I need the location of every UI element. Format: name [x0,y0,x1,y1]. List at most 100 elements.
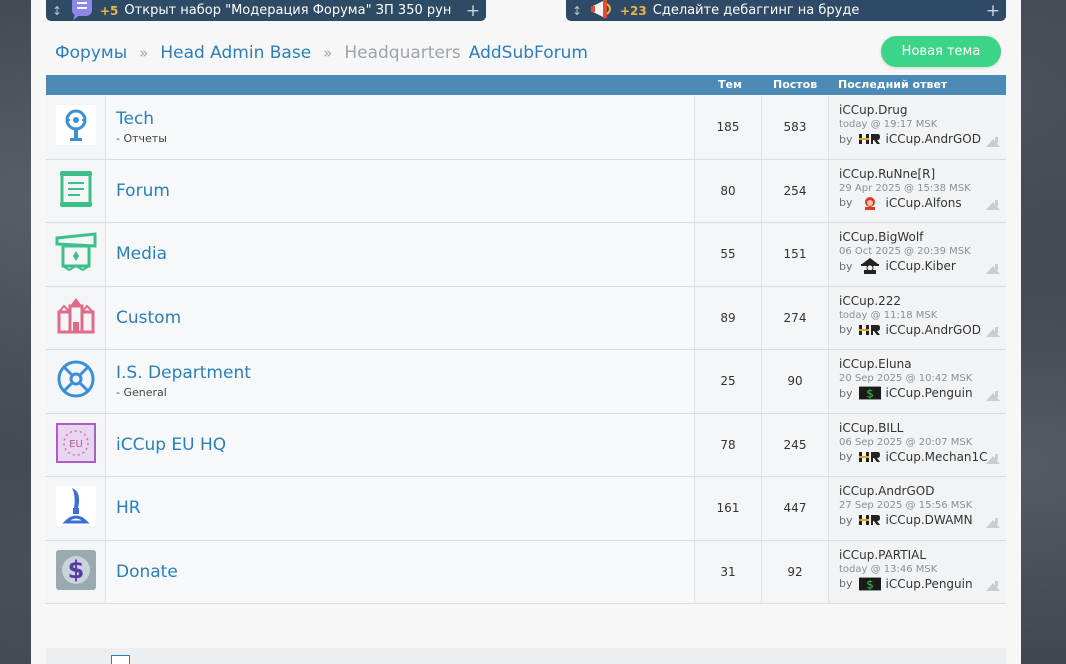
last-post-user[interactable]: iCCup.Mechan1C [886,450,988,464]
go-to-last-post-icon[interactable] [986,200,1000,210]
last-post: iCCup.Drug today @ 19:17 MSK by iCCup.An… [829,96,1006,159]
last-post-date: today @ 13:46 MSK [839,563,938,575]
svg-text:$: $ [67,556,84,584]
by-label: by [839,513,853,527]
svg-text:EU: EU [69,439,83,450]
last-post-user[interactable]: iCCup.Penguin [886,386,973,400]
banner-text[interactable]: Открыт набор "Модерация Форума" ЗП 350 р… [124,3,460,18]
last-post-date: 27 Sep 2025 @ 15:56 MSK [839,500,973,511]
topics-count: 185 [695,96,762,159]
go-to-last-post-icon[interactable] [986,454,1000,464]
breadcrumb-head-admin-base[interactable]: Head Admin Base [160,43,311,63]
expand-plus-icon[interactable]: + [980,1,1006,21]
hr-logo-icon [858,513,881,527]
subforum-link[interactable]: - Отчеты [116,132,694,145]
pagination-bar [46,648,1006,664]
last-post-title[interactable]: iCCup.PARTIAL [839,548,1006,562]
go-to-last-post-icon[interactable] [986,136,1000,147]
svg-text:$: $ [866,577,874,590]
forum-row: $ Donate 31 92 iCCup.PARTIAL today @ 13:… [46,540,1006,604]
media-banner-icon[interactable] [55,232,97,276]
posts-count: 92 [762,540,829,603]
last-post-title[interactable]: iCCup.Drug [839,103,1006,117]
by-label: by [839,450,853,463]
expand-plus-icon[interactable]: + [460,1,486,21]
by-label: by [839,196,853,209]
is-department-shield-icon[interactable] [56,359,96,403]
hr-logo-icon [858,323,881,337]
last-post-user[interactable]: iCCup.Alfons [886,196,962,210]
go-to-last-post-icon[interactable] [986,517,1000,528]
forum-row: Media 55 151 iCCup.BigWolf 06 Oct 2025 @… [46,223,1006,287]
posts-count: 274 [762,286,829,349]
forum-title[interactable]: Forum [116,181,694,201]
last-post-user[interactable]: iCCup.Kiber [886,259,956,273]
hr-logo-icon [858,132,881,146]
new-topic-button[interactable]: Новая тема [881,36,1001,67]
breadcrumb-headquarters[interactable]: Headquarters [344,43,460,63]
last-post: iCCup.Eluna 20 Sep 2025 @ 10:42 MSK by $… [829,350,1006,413]
custom-castle-icon[interactable] [56,296,96,340]
last-post-user[interactable]: iCCup.AndrGOD [886,323,981,337]
forum-title[interactable]: Tech [116,109,694,129]
tech-icon[interactable] [55,105,96,149]
last-post-date: today @ 11:18 MSK [839,309,938,321]
posts-count: 254 [762,159,829,222]
red-mascot-icon [859,196,881,210]
announcement-banner-1[interactable]: ↕ +5 Открыт набор "Модерация Форума" ЗП … [46,0,486,21]
forum-title[interactable]: Donate [116,562,694,582]
banner-vote-count: +23 [620,3,647,18]
last-post: iCCup.BILL 06 Sep 2025 @ 20:07 MSK by iC… [829,413,1006,476]
go-to-last-post-icon[interactable] [986,327,1000,337]
forum-row: Tech - Отчеты 185 583 iCCup.Drug today @… [46,96,1006,160]
breadcrumb-forums[interactable]: Форумы [55,43,127,63]
last-post-user[interactable]: iCCup.Penguin [886,577,973,591]
by-label: by [839,577,853,590]
posts-count: 151 [762,223,829,286]
last-post-title[interactable]: iCCup.AndrGOD [839,484,1006,498]
last-post-title[interactable]: iCCup.222 [839,294,1006,308]
go-to-last-post-icon[interactable] [986,263,1000,274]
last-post: iCCup.PARTIAL today @ 13:46 MSK by $ iCC… [829,540,1006,603]
forum-scroll-icon[interactable] [56,169,96,213]
table-header: Тем Постов Последний ответ [46,75,1006,95]
announcement-banner-2[interactable]: ↕ +23 Сделайте дебаггинг на бруде + [566,0,1006,21]
posts-count: 583 [762,96,829,159]
column-posts: Постов [773,78,818,91]
last-post-user[interactable]: iCCup.AndrGOD [886,132,981,146]
forum-title[interactable]: Media [116,244,694,264]
spy-icon [859,258,881,274]
drag-handle-icon[interactable]: ↕ [566,4,588,18]
last-post-date: 20 Sep 2025 @ 10:42 MSK [839,373,973,384]
donate-dollar-icon[interactable]: $ [55,549,96,594]
column-topics: Тем [718,78,742,91]
banner-text[interactable]: Сделайте дебаггинг на бруде [653,3,980,18]
last-post-title[interactable]: iCCup.RuNne[R] [839,167,1006,181]
green-dollar-icon: $ [858,577,881,591]
hr-quill-icon[interactable] [55,486,96,530]
last-post-title[interactable]: iCCup.Eluna [839,357,1006,371]
drag-handle-icon[interactable]: ↕ [46,4,68,18]
forum-title[interactable]: I.S. Department [116,363,694,383]
breadcrumb-separator: » [323,44,333,62]
last-post-date: 06 Oct 2025 @ 20:39 MSK [839,246,971,257]
last-post: iCCup.BigWolf 06 Oct 2025 @ 20:39 MSK by… [829,223,1006,286]
topics-count: 80 [695,159,762,222]
forum-title[interactable]: iCCup EU HQ [116,435,694,455]
go-to-last-post-icon[interactable] [986,390,1000,401]
last-post-title[interactable]: iCCup.BigWolf [839,230,1006,244]
topics-count: 161 [695,477,762,540]
subforum-link[interactable]: - General [116,386,694,399]
last-post-user[interactable]: iCCup.DWAMN [886,513,973,527]
eu-hq-flag-icon[interactable]: EU [55,422,96,467]
megaphone-icon [588,0,616,21]
last-post-title[interactable]: iCCup.BILL [839,421,1006,435]
go-to-last-post-icon[interactable] [986,581,1000,591]
last-post-date: 29 Apr 2025 @ 15:38 MSK [839,182,971,194]
pagination-current-page[interactable] [111,655,130,664]
forum-title[interactable]: HR [116,498,694,518]
posts-count: 447 [762,477,829,540]
topics-count: 25 [695,350,762,413]
forum-row: HR 161 447 iCCup.AndrGOD 27 Sep 2025 @ 1… [46,477,1006,541]
forum-title[interactable]: Custom [116,308,694,328]
